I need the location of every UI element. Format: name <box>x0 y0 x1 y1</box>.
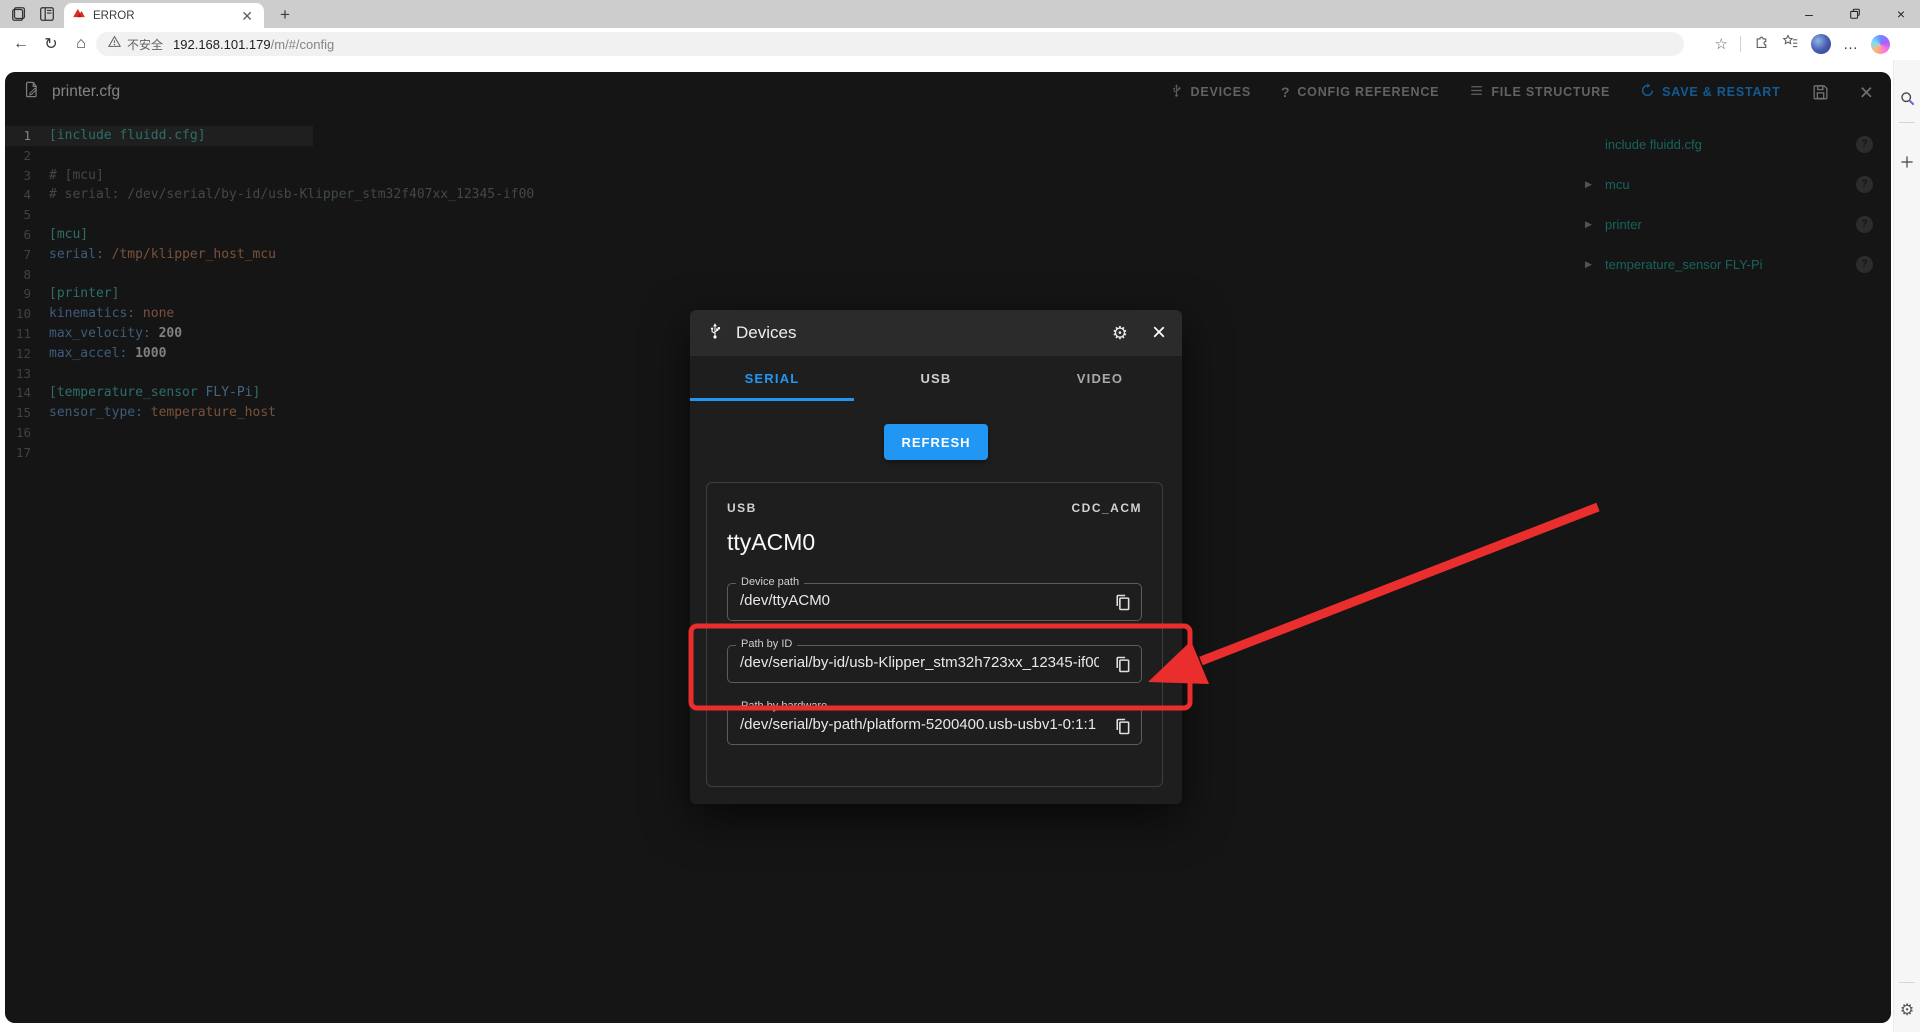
sidebar-search-icon[interactable] <box>1897 88 1917 108</box>
tab-close-icon[interactable]: ✕ <box>238 9 256 23</box>
copy-icon[interactable] <box>1109 713 1135 739</box>
settings-gear-icon[interactable]: ⚙ <box>1112 323 1128 344</box>
fluidd-logo-favicon <box>72 6 86 25</box>
not-secure-warning-icon <box>107 35 122 53</box>
tab-title: ERROR <box>93 9 135 22</box>
screen: ERROR ✕ + – × ← ↻ ⌂ 不安全 192.168.101.179/… <box>0 0 1920 1032</box>
refresh-icon[interactable]: ↻ <box>40 33 62 55</box>
sidebar-settings-gear-icon[interactable]: ⚙ <box>1897 1000 1917 1020</box>
home-icon[interactable]: ⌂ <box>70 33 92 55</box>
field-device-path[interactable]: Device path/dev/ttyACM0 <box>727 576 1142 621</box>
device-card-header: USB CDC_ACM <box>727 501 1142 515</box>
tab-usb[interactable]: USB <box>854 356 1018 401</box>
window-close-button[interactable]: × <box>1886 0 1916 28</box>
devices-modal: Devices ⚙ × SERIAL USB VIDEO REFRESH USB C… <box>690 310 1182 804</box>
device-bus-label: USB <box>727 501 757 515</box>
vertical-tabs-icon[interactable] <box>38 5 56 23</box>
active-tab-underline <box>690 398 854 401</box>
window-minimize-button[interactable]: – <box>1794 0 1824 28</box>
field-label: Path by ID <box>736 638 798 650</box>
browser-nav-bar: ← ↻ ⌂ 不安全 192.168.101.179/m/#/config ☆ … <box>0 28 1920 60</box>
modal-header: Devices ⚙ × <box>690 310 1182 356</box>
page-background: printer.cfg DEVICES ? CONFIG REFERENCE F… <box>0 60 1893 1032</box>
edge-sidebar-rail: ⚙ <box>1893 60 1920 1032</box>
profile-avatar[interactable] <box>1811 34 1831 54</box>
refresh-row: REFRESH <box>690 424 1182 460</box>
window-restore-button[interactable] <box>1840 0 1870 28</box>
copilot-icon[interactable] <box>1871 34 1890 54</box>
more-menu-icon[interactable]: … <box>1843 36 1859 53</box>
field-label: Device path <box>736 576 805 588</box>
back-icon[interactable]: ← <box>10 33 32 55</box>
modal-close-icon[interactable]: × <box>1152 321 1166 345</box>
url-host: 192.168.101.179 <box>173 36 271 52</box>
field-label: Path by hardware <box>736 700 833 712</box>
device-fields: Device path/dev/ttyACM0 Path by ID/dev/se… <box>727 576 1142 745</box>
field-path-by-id[interactable]: Path by ID/dev/serial/by-id/usb-Klipper_… <box>727 638 1142 683</box>
new-tab-button[interactable]: + <box>274 4 296 26</box>
modal-title: Devices <box>736 323 797 342</box>
field-value: /dev/serial/by-id/usb-Klipper_stm32h723x… <box>740 654 1099 671</box>
workspaces-icon[interactable] <box>10 5 28 23</box>
browser-tab[interactable]: ERROR ✕ <box>64 3 264 28</box>
tab-video[interactable]: VIDEO <box>1018 356 1182 401</box>
favorites-bar-icon[interactable] <box>1782 33 1799 55</box>
favorite-star-icon[interactable]: ☆ <box>1715 35 1728 53</box>
field-value: /dev/serial/by-path/platform-5200400.usb… <box>740 716 1097 733</box>
divider <box>1899 982 1915 983</box>
security-label: 不安全 <box>127 37 164 52</box>
copy-icon[interactable] <box>1109 651 1135 677</box>
usb-icon <box>706 322 724 345</box>
refresh-button[interactable]: REFRESH <box>884 424 988 460</box>
device-protocol-label: CDC_ACM <box>1071 501 1142 515</box>
sidebar-add-icon[interactable] <box>1897 152 1917 172</box>
field-value: /dev/ttyACM0 <box>740 592 831 609</box>
modal-tabs: SERIAL USB VIDEO <box>690 356 1182 401</box>
divider <box>1740 36 1741 52</box>
address-bar[interactable]: 不安全 192.168.101.179/m/#/config <box>96 32 1684 56</box>
modal-header-actions: ⚙ × <box>1112 321 1166 345</box>
tab-serial[interactable]: SERIAL <box>690 356 854 401</box>
nav-right-icons: ☆ … <box>1715 33 1890 55</box>
browser-tab-bar: ERROR ✕ + – × <box>0 0 1920 28</box>
browser-essentials-icon[interactable] <box>1753 33 1770 55</box>
device-name: ttyACM0 <box>727 529 816 555</box>
copy-icon[interactable] <box>1109 589 1135 615</box>
field-path-by-hardware[interactable]: Path by hardware/dev/serial/by-path/plat… <box>727 700 1142 745</box>
device-card: USB CDC_ACM ttyACM0 Device path/dev/ttyA… <box>706 482 1163 787</box>
fluidd-config-panel: printer.cfg DEVICES ? CONFIG REFERENCE F… <box>5 72 1891 1023</box>
url-path: /m/#/config <box>270 36 335 52</box>
divider <box>1899 122 1915 123</box>
